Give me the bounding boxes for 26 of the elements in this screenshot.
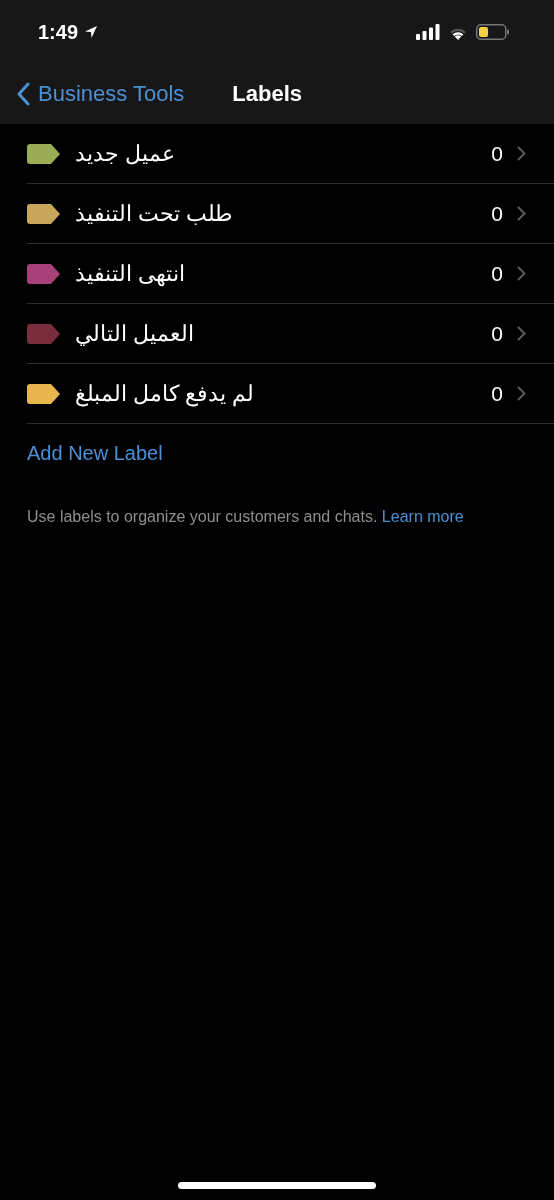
label-name: طلب تحت التنفيذ — [75, 200, 234, 227]
label-name: لم يدفع كامل المبلغ — [75, 380, 255, 407]
chat-count: 0 — [491, 321, 503, 346]
home-indicator[interactable] — [178, 1182, 376, 1189]
chat-count: 0 — [491, 261, 503, 286]
chevron-icon — [517, 326, 526, 341]
back-chevron-icon — [16, 82, 30, 106]
chat-count: 0 — [491, 381, 503, 406]
label-name: العميل التالي — [75, 320, 195, 347]
back-button[interactable]: Business Tools — [16, 81, 185, 107]
learn-more-link[interactable]: Learn more — [381, 508, 464, 525]
chat-count: 0 — [491, 201, 503, 226]
screen-title: Labels — [232, 81, 303, 107]
signal-icon — [416, 24, 440, 40]
chevron-icon — [517, 266, 526, 281]
chevron-icon — [517, 206, 526, 221]
location-arrow-icon — [84, 25, 99, 39]
label-name: انتهى التنفيذ — [75, 260, 186, 287]
chevron-icon — [517, 146, 526, 161]
label-name: عميل جديد — [75, 140, 176, 167]
help-text: Use labels to organize your customers and chats. Learn more — [27, 507, 465, 527]
chevron-icon — [517, 386, 526, 401]
chat-count: 0 — [491, 141, 503, 166]
battery-icon — [476, 24, 510, 40]
add-label-button[interactable]: Add New Label — [27, 442, 163, 465]
clock-time: 1:49 — [38, 20, 79, 44]
